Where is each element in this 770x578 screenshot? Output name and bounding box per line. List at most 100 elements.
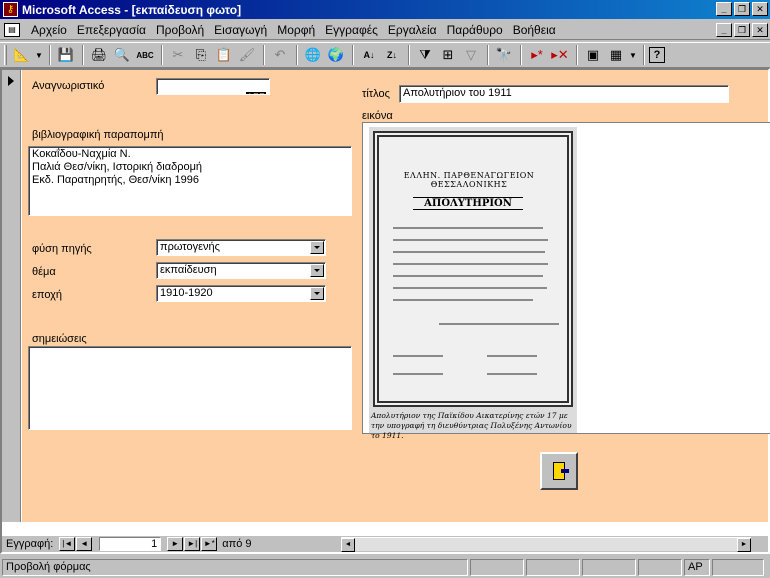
source-combo[interactable]: πρωτογενής <box>156 239 326 256</box>
source-value: πρωτογενής <box>160 241 220 253</box>
filter-by-selection-icon[interactable]: ⧩ <box>414 44 436 66</box>
menu-bar: ▤ Αρχείο Επεξεργασία Προβολή Εισαγωγή Μο… <box>0 20 770 40</box>
biblio-label: βιβλιογραφική παραπομπή <box>32 129 164 141</box>
doc-close-button[interactable]: ✕ <box>752 23 768 37</box>
era-label: εποχή <box>32 289 63 301</box>
cut-icon[interactable]: ✂ <box>167 44 189 66</box>
menu-tools[interactable]: Εργαλεία <box>383 23 442 37</box>
status-bar: Προβολή φόρμας AP <box>0 556 770 578</box>
theme-value: εκπαίδευση <box>160 264 217 276</box>
help-icon[interactable]: ? <box>649 47 665 63</box>
view-dropdown-icon[interactable]: ▼ <box>34 44 44 66</box>
record-count: από 9 <box>222 538 252 550</box>
menu-records[interactable]: Εγγραφές <box>320 23 383 37</box>
era-dropdown-icon[interactable] <box>310 287 324 300</box>
toolbar: 📐 ▼ 💾 🖨 🔍 ABC ✂ ⎘ 📋 🖌 ↶ 🌐 🌍 A↓ Z↓ ⧩ ⊞ ▽ … <box>0 42 770 68</box>
status-cell-1 <box>470 558 524 576</box>
image-label: εικόνα <box>362 110 393 122</box>
title-label: τίτλος <box>362 88 390 100</box>
form-document-icon[interactable]: ▤ <box>4 22 20 37</box>
current-record-field[interactable]: 1 <box>99 537 162 551</box>
certificate-caption: Απολυτήριον της Παϊκίδου Αικατερίνης ετώ… <box>371 411 572 440</box>
delete-record-icon[interactable]: ▸✕ <box>549 44 571 66</box>
new-object-dropdown-icon[interactable]: ▼ <box>628 44 638 66</box>
toolbar-grip[interactable] <box>4 45 7 65</box>
certificate-heading: ΑΠΟΛΥΤΗΡΙΟΝ <box>413 197 523 210</box>
apply-filter-icon[interactable]: ▽ <box>460 44 482 66</box>
menu-insert[interactable]: Εισαγωγή <box>209 23 272 37</box>
record-selector[interactable] <box>2 70 21 522</box>
previous-record-button[interactable]: ◄ <box>76 537 93 551</box>
web-toolbar-icon[interactable]: 🌍 <box>325 44 347 66</box>
menu-window[interactable]: Παράθυρο <box>442 23 508 37</box>
menu-help[interactable]: Βοήθεια <box>508 23 561 37</box>
sort-descending-icon[interactable]: Z↓ <box>381 44 403 66</box>
menu-file[interactable]: Αρχείο <box>26 23 72 37</box>
paste-icon[interactable]: 📋 <box>213 44 235 66</box>
print-preview-icon[interactable]: 🔍 <box>111 44 133 66</box>
filter-by-form-icon[interactable]: ⊞ <box>437 44 459 66</box>
menu-view[interactable]: Προβολή <box>151 23 209 37</box>
first-record-button[interactable]: |◄ <box>59 537 76 551</box>
notes-field[interactable] <box>28 346 352 430</box>
undo-icon[interactable]: ↶ <box>269 44 291 66</box>
scroll-left-icon[interactable]: ◄ <box>341 538 355 552</box>
new-object-icon[interactable]: ▦ <box>605 44 627 66</box>
form-window: Αναγνωριστικό 155 τίτλος Απολυτήριον του… <box>0 68 770 554</box>
source-dropdown-icon[interactable] <box>310 241 324 254</box>
sort-ascending-icon[interactable]: A↓ <box>358 44 380 66</box>
certificate-photo: ΕΛΛΗΝ. ΠΑΡΘΕΝΑΓΩΓΕΙΟΝ ΘΕΣΣΑΛΟΝΙΚΗΣ ΑΠΟΛΥ… <box>369 127 577 440</box>
access-key-icon: ⚷ <box>3 2 18 17</box>
database-window-icon[interactable]: ▣ <box>582 44 604 66</box>
copy-icon[interactable]: ⎘ <box>190 44 212 66</box>
theme-dropdown-icon[interactable] <box>310 264 324 277</box>
status-cell-5 <box>712 558 764 576</box>
record-label: Εγγραφή: <box>6 538 54 550</box>
window-title: Microsoft Access - [εκπαίδευση φωτο] <box>22 2 242 17</box>
exit-door-icon <box>553 462 569 480</box>
biblio-field[interactable]: Κοκαΐδου-Ναχμία Ν. Παλιά Θεσ/νίκη, Ιστορ… <box>28 146 352 216</box>
last-record-button[interactable]: ►| <box>184 537 201 551</box>
insert-hyperlink-icon[interactable]: 🌐 <box>302 44 324 66</box>
id-field[interactable]: 155 <box>156 78 270 95</box>
new-record-button[interactable]: ►* <box>201 537 218 551</box>
certificate-header: ΕΛΛΗΝ. ΠΑΡΘΕΝΑΓΩΓΕΙΟΝ ΘΕΣΣΑΛΟΝΙΚΗΣ <box>403 171 535 189</box>
era-combo[interactable]: 1910-1920 <box>156 285 326 302</box>
doc-restore-button[interactable]: ❐ <box>734 23 750 37</box>
view-design-icon[interactable]: 📐 <box>11 44 33 66</box>
id-label: Αναγνωριστικό <box>32 80 105 92</box>
status-cell-4 <box>638 558 682 576</box>
spelling-icon[interactable]: ABC <box>134 44 156 66</box>
save-icon[interactable]: 💾 <box>55 44 77 66</box>
form-detail: Αναγνωριστικό 155 τίτλος Απολυτήριον του… <box>22 70 770 522</box>
doc-minimize-button[interactable]: _ <box>716 23 732 37</box>
theme-label: θέμα <box>32 266 56 278</box>
new-record-icon[interactable]: ▸* <box>526 44 548 66</box>
status-cell-2 <box>526 558 580 576</box>
minimize-button[interactable]: _ <box>716 2 732 16</box>
status-cell-ap: AP <box>684 558 710 576</box>
id-value: 155 <box>245 92 266 94</box>
era-value: 1910-1920 <box>160 287 213 299</box>
theme-combo[interactable]: εκπαίδευση <box>156 262 326 279</box>
find-icon[interactable]: 🔭 <box>493 44 515 66</box>
horizontal-scrollbar[interactable]: ◄ ► <box>341 537 751 552</box>
status-cell-3 <box>582 558 636 576</box>
menu-format[interactable]: Μορφή <box>272 23 320 37</box>
restore-button[interactable]: ❐ <box>734 2 750 16</box>
menu-edit[interactable]: Επεξεργασία <box>72 23 151 37</box>
close-button[interactable]: ✕ <box>752 2 768 16</box>
format-painter-icon[interactable]: 🖌 <box>236 44 258 66</box>
current-record-arrow-icon <box>8 76 14 86</box>
status-text: Προβολή φόρμας <box>2 558 468 576</box>
notes-label: σημειώσεις <box>32 333 87 345</box>
title-bar: ⚷ Microsoft Access - [εκπαίδευση φωτο] _… <box>0 0 770 19</box>
next-record-button[interactable]: ► <box>167 537 184 551</box>
source-label: φύση πηγής <box>32 243 92 255</box>
title-field[interactable]: Απολυτήριον του 1911 <box>399 85 729 103</box>
record-navigation-bar: Εγγραφή: |◄ ◄ 1 ► ►| ►* από 9 ◄ ► <box>2 536 768 552</box>
exit-button[interactable] <box>540 452 578 490</box>
image-frame[interactable]: ΕΛΛΗΝ. ΠΑΡΘΕΝΑΓΩΓΕΙΟΝ ΘΕΣΣΑΛΟΝΙΚΗΣ ΑΠΟΛΥ… <box>362 122 770 440</box>
print-icon[interactable]: 🖨 <box>88 44 110 66</box>
scroll-right-icon[interactable]: ► <box>737 538 751 552</box>
